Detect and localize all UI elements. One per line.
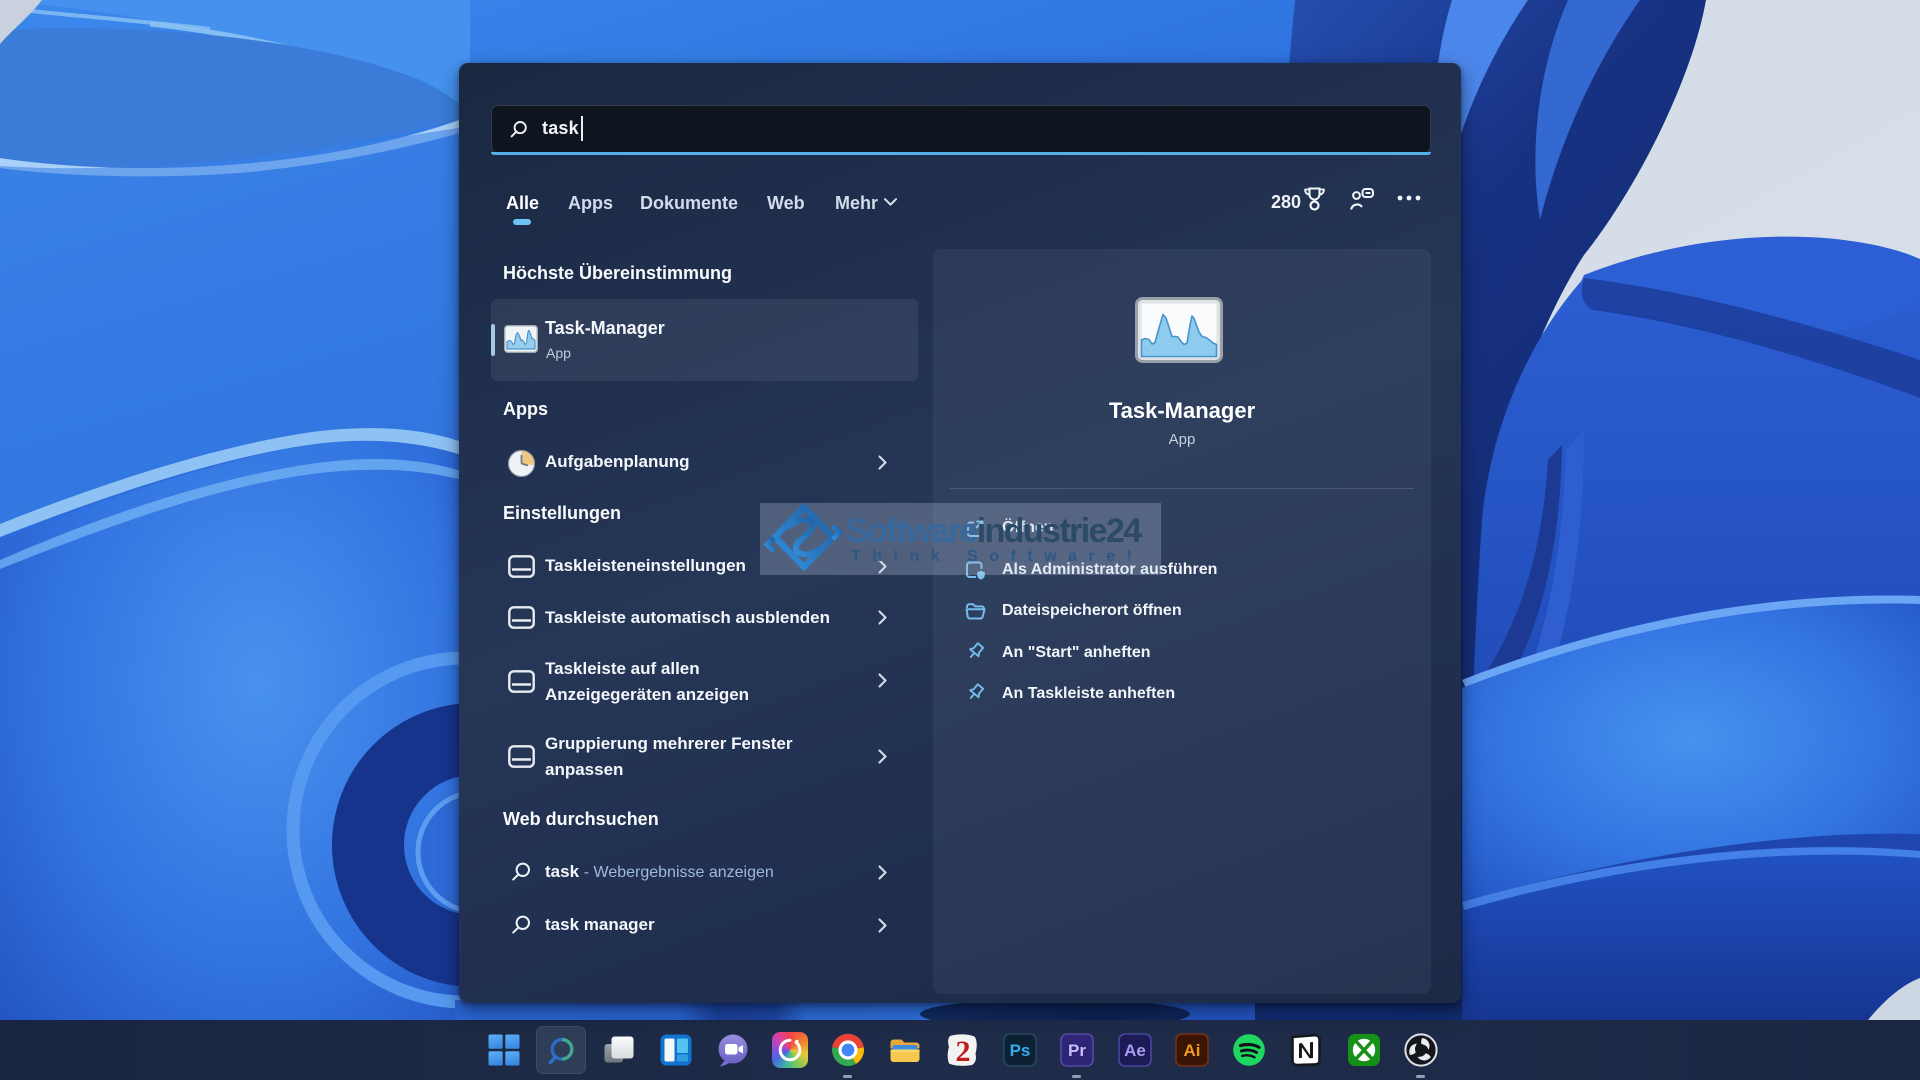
svg-text:Ae: Ae: [1124, 1041, 1146, 1060]
svg-text:Ps: Ps: [1010, 1041, 1031, 1060]
svg-text:Ai: Ai: [1184, 1041, 1201, 1060]
svg-text:2: 2: [956, 1035, 971, 1068]
svg-text:Pr: Pr: [1068, 1041, 1086, 1060]
